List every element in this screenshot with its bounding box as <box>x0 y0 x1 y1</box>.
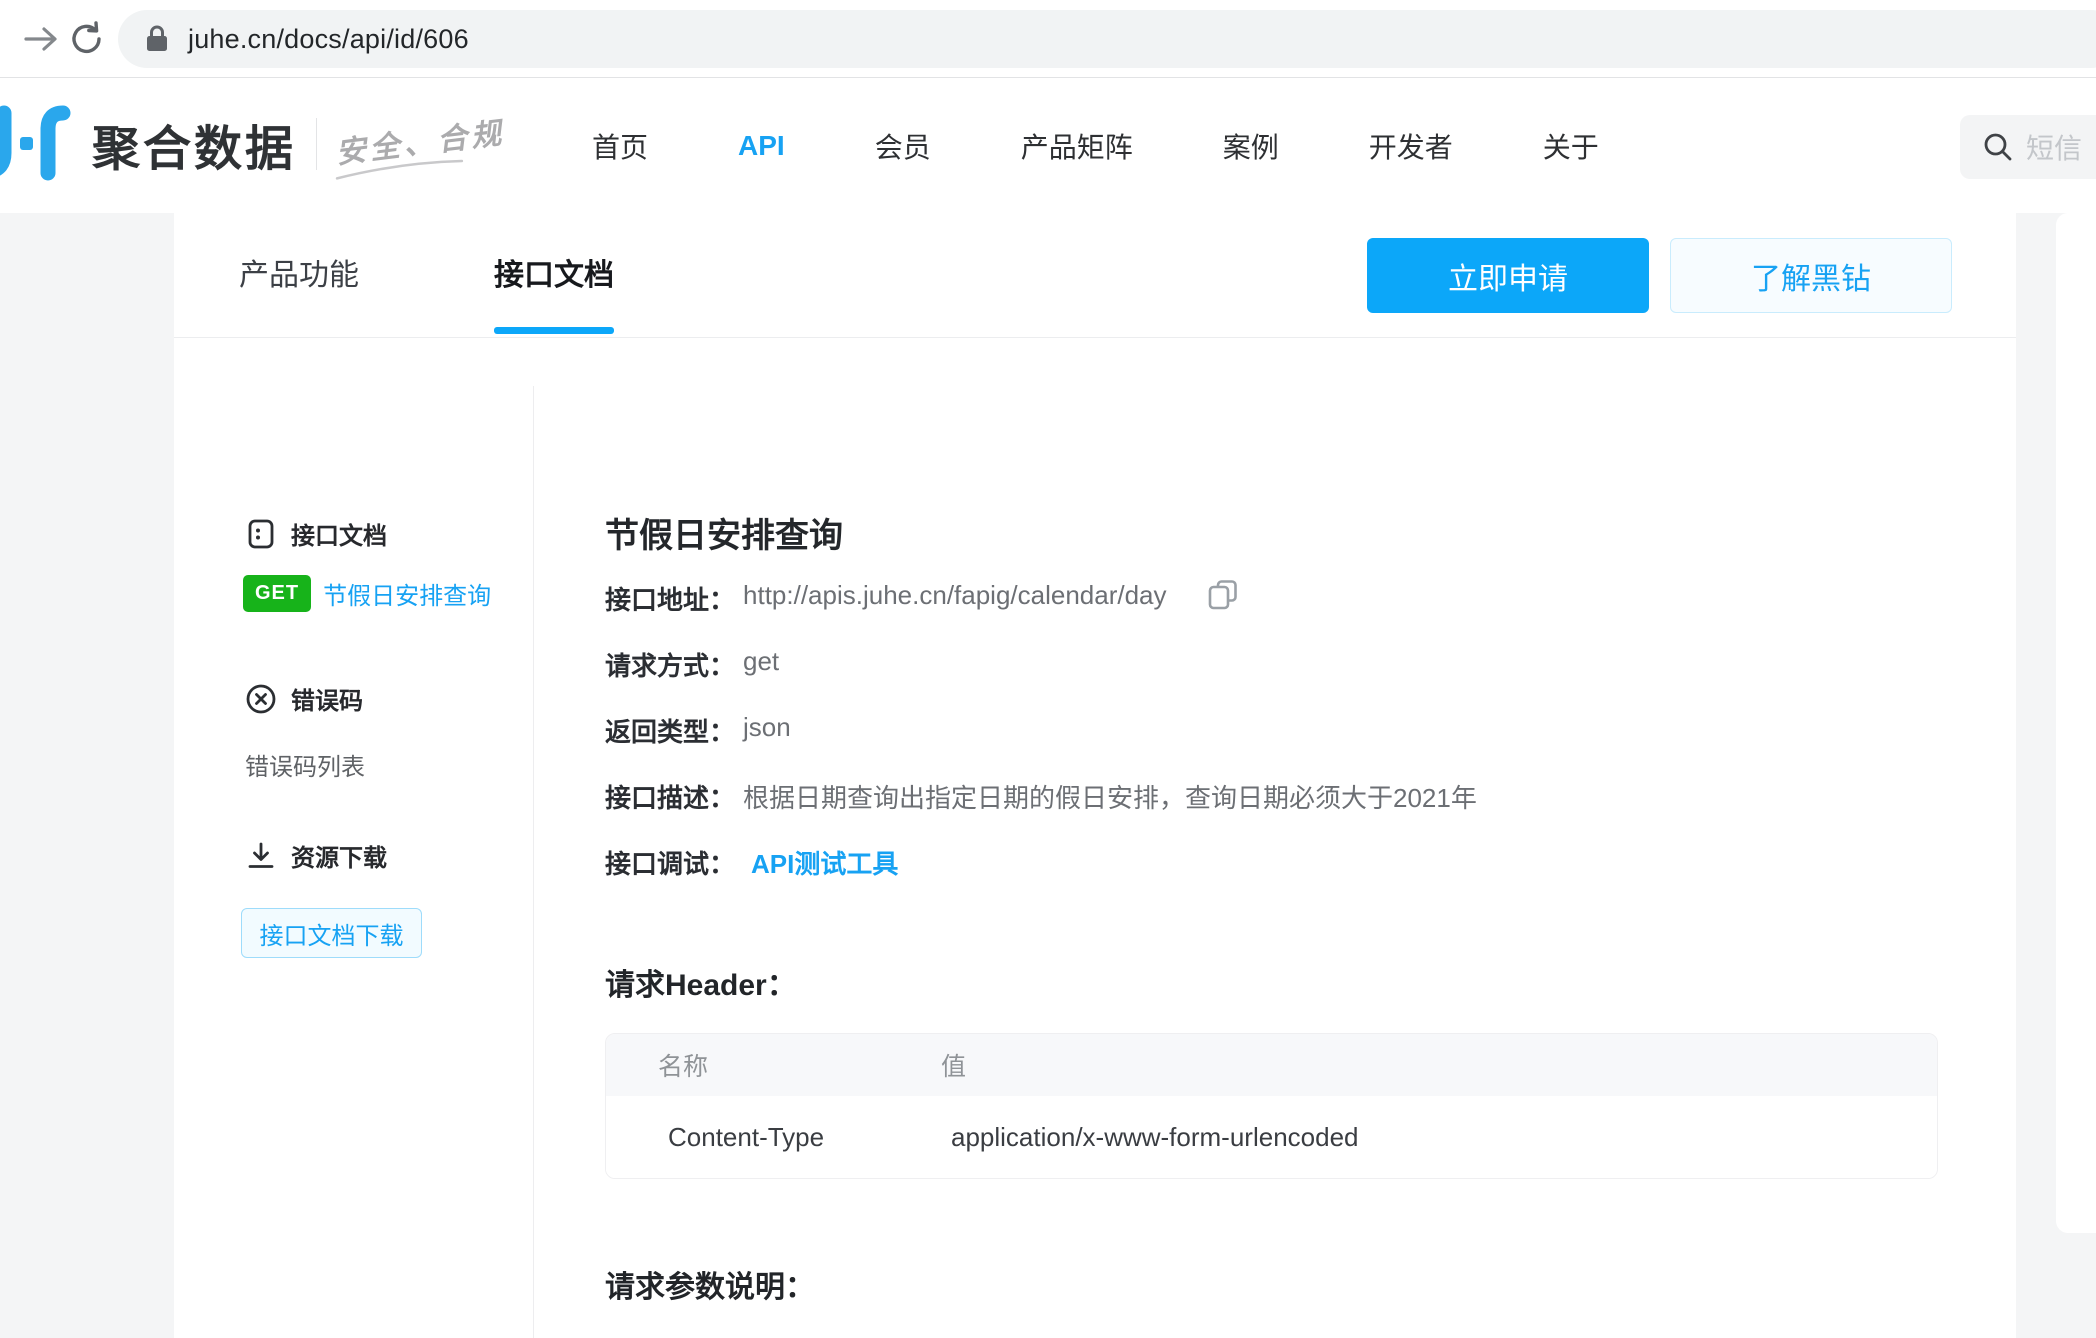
forward-icon[interactable] <box>22 20 60 58</box>
card-body: 接口文档 GET 节假日安排查询 错误码 错误码列表 <box>174 338 2016 1338</box>
table-row: Content-Type application/x-www-form-urle… <box>606 1096 1937 1178</box>
juhe-logo-icon <box>0 101 90 187</box>
meta-row-return-type: 返回类型： json <box>605 712 1477 778</box>
url-bar[interactable]: juhe.cn/docs/api/id/606 <box>118 10 2096 68</box>
api-url-value: http://apis.juhe.cn/fapig/calendar/day <box>743 580 1167 611</box>
main-nav: 首页 API 会员 产品矩阵 案例 开发者 关于 <box>592 79 1599 213</box>
document-icon <box>245 518 277 550</box>
request-header-heading: 请求Header： <box>605 960 797 1004</box>
search-placeholder: 短信 <box>2026 127 2082 167</box>
api-title: 节假日安排查询 <box>605 508 843 557</box>
screenshot-root: juhe.cn/docs/api/id/606 聚合数据 安全、合规 首页 AP… <box>0 0 2096 1338</box>
request-header-table: 名称 值 Content-Type application/x-www-form… <box>605 1033 1938 1179</box>
meta-row-description: 接口描述： 根据日期查询出指定日期的假日安排，查询日期必须大于2021年 <box>605 778 1477 844</box>
copy-icon[interactable] <box>1205 577 1241 613</box>
sidebar-section-downloads: 资源下载 <box>245 838 387 873</box>
meta-row-url: 接口地址： http://apis.juhe.cn/fapig/calendar… <box>605 580 1477 646</box>
tab-row: 产品功能 接口文档 立即申请 了解黑钻 <box>174 213 2016 338</box>
logo-text: 聚合数据 <box>92 109 296 179</box>
url-text: juhe.cn/docs/api/id/606 <box>188 24 469 55</box>
nav-home[interactable]: 首页 <box>592 126 648 166</box>
table-header-row: 名称 值 <box>606 1034 1937 1096</box>
site-header: 聚合数据 安全、合规 首页 API 会员 产品矩阵 案例 开发者 关于 短信 <box>0 79 2096 213</box>
meta-row-method: 请求方式： get <box>605 646 1477 712</box>
header-value-cell: application/x-www-form-urlencoded <box>889 1122 1937 1153</box>
lock-icon <box>144 24 170 54</box>
error-icon <box>245 683 277 715</box>
sidebar-item-error-code-list[interactable]: 错误码列表 <box>245 747 365 782</box>
sidebar-section-error-codes: 错误码 <box>245 681 363 716</box>
sidebar-section-api-docs: 接口文档 <box>245 516 387 551</box>
apply-now-button[interactable]: 立即申请 <box>1367 238 1649 313</box>
sidebar: 接口文档 GET 节假日安排查询 错误码 错误码列表 <box>174 338 534 1338</box>
nav-product-matrix[interactable]: 产品矩阵 <box>1021 126 1133 166</box>
download-icon <box>245 840 277 872</box>
floating-widget-panel <box>2056 213 2096 1233</box>
nav-member[interactable]: 会员 <box>875 126 931 166</box>
nav-developer[interactable]: 开发者 <box>1369 126 1453 166</box>
juhe-logo[interactable]: 聚合数据 安全、合规 <box>0 101 505 187</box>
reload-icon[interactable] <box>68 20 106 58</box>
browser-chrome: juhe.cn/docs/api/id/606 <box>0 0 2096 78</box>
method-value: get <box>743 646 779 677</box>
return-type-value: json <box>743 712 791 743</box>
logo-divider <box>316 118 317 170</box>
tab-product-features[interactable]: 产品功能 <box>239 213 359 338</box>
request-params-heading: 请求参数说明： <box>605 1262 815 1306</box>
sidebar-item-holiday-api[interactable]: GET 节假日安排查询 <box>243 575 491 612</box>
nav-cases[interactable]: 案例 <box>1223 126 1279 166</box>
nav-api[interactable]: API <box>738 130 785 162</box>
learn-black-diamond-button[interactable]: 了解黑钻 <box>1670 238 1952 313</box>
download-doc-button[interactable]: 接口文档下载 <box>241 908 422 958</box>
get-method-badge: GET <box>243 575 311 612</box>
search-box[interactable]: 短信 <box>1960 115 2096 179</box>
nav-about[interactable]: 关于 <box>1543 126 1599 166</box>
api-test-tool-link[interactable]: API测试工具 <box>751 844 898 881</box>
sidebar-api-link[interactable]: 节假日安排查询 <box>323 576 491 611</box>
main-content: 节假日安排查询 接口地址： http://apis.juhe.cn/fapig/… <box>534 338 2016 1338</box>
content-card: 产品功能 接口文档 立即申请 了解黑钻 接口文档 <box>174 213 2016 1338</box>
tab-api-docs[interactable]: 接口文档 <box>494 213 614 338</box>
description-value: 根据日期查询出指定日期的假日安排，查询日期必须大于2021年 <box>743 778 1477 815</box>
logo-tagline: 安全、合规 <box>333 108 507 172</box>
page-background: 产品功能 接口文档 立即申请 了解黑钻 接口文档 <box>0 213 2096 1338</box>
meta-row-debug: 接口调试： API测试工具 <box>605 844 1477 910</box>
header-name-cell: Content-Type <box>606 1122 889 1153</box>
api-meta: 接口地址： http://apis.juhe.cn/fapig/calendar… <box>605 580 1477 910</box>
search-icon <box>1982 131 2014 163</box>
